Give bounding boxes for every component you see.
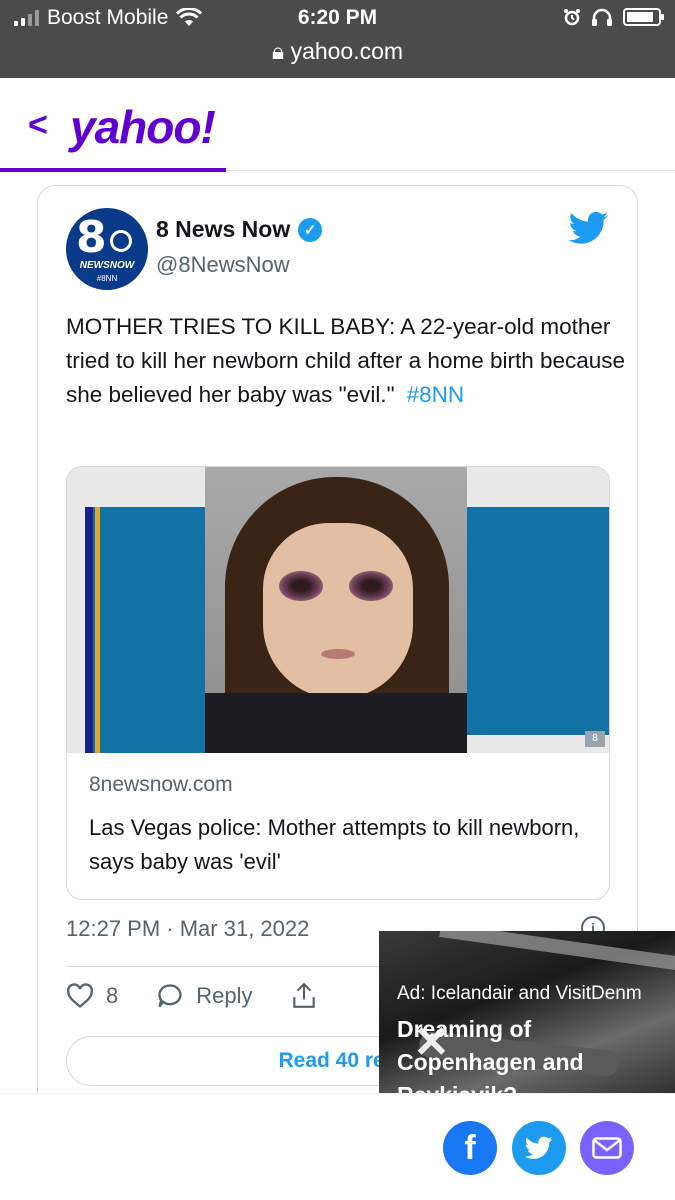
avatar-number: 8 — [76, 212, 107, 263]
site-header: < yahoo! — [0, 78, 675, 174]
avatar-band: NEWSNOW — [79, 260, 135, 271]
tv-graphic-left — [85, 507, 207, 753]
photo-shirt — [205, 693, 467, 753]
cbs-eye-icon — [110, 230, 132, 252]
reply-label: Reply — [196, 983, 253, 1008]
station-watermark: 8 — [585, 731, 605, 747]
ad-sponsor: Ad: Icelandair and VisitDenm — [397, 983, 642, 1004]
photo-face — [263, 523, 413, 699]
like-count: 8 — [106, 983, 119, 1008]
facebook-icon[interactable]: f — [443, 1121, 497, 1175]
display-name: 8 News Now — [156, 216, 291, 242]
mugshot-photo — [205, 467, 467, 753]
share-bar: f — [0, 1093, 675, 1200]
avatar[interactable]: 8 NEWSNOW #8NN — [66, 208, 148, 290]
share-tweet-button[interactable] — [291, 982, 317, 1010]
twitter-bird-icon[interactable] — [567, 208, 611, 248]
avatar-tag: #8NN — [96, 274, 118, 283]
tweet-body: MOTHER TRIES TO KILL BABY: A 22-year-old… — [66, 314, 626, 407]
video-ad[interactable]: Ad: Icelandair and VisitDenm Dreaming of… — [379, 931, 675, 1097]
photo-mouth — [321, 649, 355, 659]
upload-share-icon — [292, 982, 315, 1008]
link-domain: 8newsnow.com — [89, 773, 233, 796]
tweet-actions: 8 Reply — [66, 982, 355, 1010]
status-icons — [563, 8, 664, 26]
twitter-icon[interactable] — [512, 1121, 566, 1175]
verified-badge-icon: ✓ — [298, 217, 323, 242]
like-button[interactable]: 8 — [66, 983, 118, 1009]
header-accent-underline — [0, 168, 226, 172]
link-preview-card[interactable]: 8 8newsnow.com Las Vegas police: Mother … — [66, 466, 610, 900]
reply-button[interactable]: Reply — [156, 982, 253, 1010]
chevron-left-icon[interactable]: < — [28, 106, 48, 145]
address-bar[interactable]: 🔒︎ yahoo.com — [0, 38, 675, 65]
tv-graphic-right — [467, 507, 609, 735]
graphic-stripe-gold — [95, 507, 100, 753]
mail-icon[interactable] — [580, 1121, 634, 1175]
author-name[interactable]: 8 News Now ✓ — [156, 216, 323, 243]
heart-icon — [67, 983, 93, 1008]
article-image: 8 — [67, 467, 609, 753]
photo-eye-right — [349, 571, 393, 601]
alarm-icon — [564, 9, 580, 26]
photo-eye-left — [279, 571, 323, 601]
hashtag-link[interactable]: #8NN — [407, 382, 465, 407]
headphones-icon — [592, 8, 612, 26]
header-divider — [226, 170, 675, 171]
tweet-timestamp[interactable]: 12:27 PM · Mar 31, 2022 — [66, 916, 309, 942]
lock-icon: 🔒︎ — [271, 38, 285, 64]
graphic-stripe-blue — [85, 507, 93, 753]
link-title: Las Vegas police: Mother attempts to kil… — [89, 815, 580, 874]
author-handle[interactable]: @8NewsNow — [156, 252, 290, 278]
status-bar: Boost Mobile 6:20 PM 🔒︎ yahoo.com — [0, 0, 675, 78]
yahoo-logo[interactable]: yahoo! — [70, 100, 216, 154]
tweet-text: MOTHER TRIES TO KILL BABY: A 22-year-old… — [66, 310, 626, 412]
reply-bubble-icon — [158, 984, 182, 1008]
url-text: yahoo.com — [290, 38, 404, 64]
battery-icon — [623, 8, 664, 26]
close-icon[interactable]: ✕ — [413, 1017, 450, 1068]
